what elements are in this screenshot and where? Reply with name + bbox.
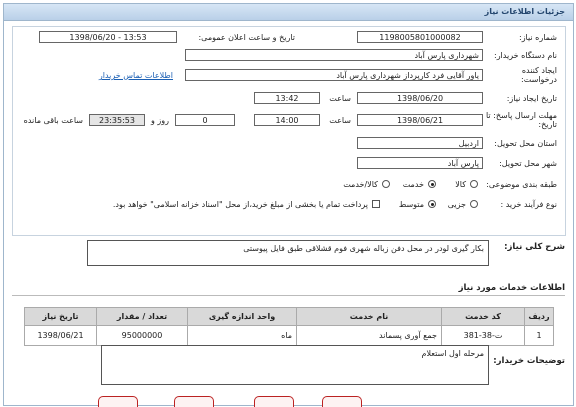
day-label: روز و	[151, 116, 169, 125]
need-number-label: شماره نیاز:	[519, 33, 557, 42]
purchase-option-minor: جزیی	[447, 200, 466, 209]
cell-qty: 95000000	[96, 325, 188, 346]
col-qty: تعداد / مقدار	[96, 307, 188, 326]
need-info-panel: شماره نیاز: 1198005801000082 تاریخ و ساع…	[12, 26, 566, 236]
cell-code: ت-38-381	[441, 325, 525, 346]
treasury-bonds-checkbox[interactable]	[372, 200, 380, 208]
contact-buyer-link[interactable]: اطلاعات تماس خریدار	[99, 71, 173, 80]
buyer-notes-text: مرحله اول استعلام	[421, 349, 485, 358]
deadline-label-2: تاریخ:	[538, 120, 557, 129]
summary-text: بکار گیری لودر در محل دفن زباله شهری فوم…	[243, 244, 484, 253]
category-option-goods: کالا	[455, 180, 466, 189]
services-table-header: ردیف کد خدمت نام خدمت واحد اندازه گیری ت…	[24, 307, 554, 326]
announce-field[interactable]: 1398/06/20 - 13:53	[39, 31, 177, 43]
table-row[interactable]: 1 ت-38-381 جمع آوری پسماند ماه 95000000 …	[24, 325, 554, 346]
bottom-button-2[interactable]	[174, 396, 214, 407]
deadline-label-1: مهلت ارسال پاسخ: تا	[485, 111, 557, 120]
cell-date: 1398/06/21	[24, 325, 97, 346]
category-label: طبقه بندی موضوعی:	[486, 180, 557, 189]
services-section-title: اطلاعات خدمات مورد نیاز	[458, 283, 565, 293]
created-date-label: تاریخ ایجاد نیاز:	[506, 94, 557, 103]
purchase-type-label: نوع فرآیند خرید :	[500, 200, 557, 209]
deadline-date-field[interactable]: 1398/06/21	[357, 114, 483, 126]
created-time-label: ساعت	[329, 94, 351, 103]
category-option-goods-service: کالا/خدمت	[343, 180, 378, 189]
remaining-time-field: 23:35:53	[89, 114, 145, 126]
creator-label-1: ایجاد کننده	[521, 66, 557, 75]
org-label: نام دستگاه خریدار:	[494, 51, 557, 60]
cell-name: جمع آوری پسماند	[296, 325, 442, 346]
category-radio-service[interactable]	[428, 180, 436, 188]
bottom-button-4[interactable]	[322, 396, 362, 407]
col-name: نام خدمت	[296, 307, 442, 326]
cell-row: 1	[524, 325, 554, 346]
category-option-service: خدمت	[402, 180, 424, 189]
creator-label-2: درخواست:	[521, 75, 557, 84]
purchase-radio-medium[interactable]	[428, 200, 436, 208]
col-row: ردیف	[524, 307, 554, 326]
services-table: ردیف کد خدمت نام خدمت واحد اندازه گیری ت…	[24, 307, 554, 346]
creator-field[interactable]: یاور آقایی فرد کارپرداز شهرداری پارس آبا…	[185, 69, 483, 81]
announce-label: تاریخ و ساعت اعلان عمومی:	[198, 33, 295, 42]
province-field[interactable]: اردبیل	[357, 137, 483, 149]
col-unit: واحد اندازه گیری	[187, 307, 297, 326]
treasury-bonds-note: پرداخت تمام یا بخشی از مبلغ خرید،از محل …	[112, 200, 368, 209]
bottom-button-1[interactable]	[98, 396, 138, 407]
city-label: شهر محل تحویل:	[499, 159, 557, 168]
category-radio-goods[interactable]	[470, 180, 478, 188]
purchase-option-medium: متوسط	[398, 200, 424, 209]
category-radio-goods-service[interactable]	[382, 180, 390, 188]
section-divider	[12, 295, 565, 296]
deadline-time-field[interactable]: 14:00	[254, 114, 320, 126]
created-time-field[interactable]: 13:42	[254, 92, 320, 104]
col-code: کد خدمت	[441, 307, 525, 326]
province-label: استان محل تحویل:	[494, 139, 557, 148]
buyer-notes-label: توضیحات خریدار:	[493, 356, 565, 366]
bottom-button-3[interactable]	[254, 396, 294, 407]
org-field[interactable]: شهرداری پارس آباد	[185, 49, 483, 61]
days-remaining-field[interactable]: 0	[175, 114, 235, 126]
city-field[interactable]: پارس آباد	[357, 157, 483, 169]
cell-unit: ماه	[187, 325, 297, 346]
summary-label: شرح کلی نیاز:	[504, 242, 565, 252]
created-date-field[interactable]: 1398/06/20	[357, 92, 483, 104]
window-titlebar: جزئیات اطلاعات نیاز	[4, 4, 573, 21]
buyer-notes-box[interactable]: مرحله اول استعلام	[101, 345, 489, 385]
window-title: جزئیات اطلاعات نیاز	[484, 7, 565, 16]
summary-box[interactable]: بکار گیری لودر در محل دفن زباله شهری فوم…	[87, 240, 489, 266]
need-number-field[interactable]: 1198005801000082	[357, 31, 483, 43]
purchase-radio-minor[interactable]	[470, 200, 478, 208]
details-window: جزئیات اطلاعات نیاز شماره نیاز: 11980058…	[3, 3, 574, 406]
remaining-label: ساعت باقی مانده	[23, 116, 83, 125]
deadline-time-label: ساعت	[329, 116, 351, 125]
col-date: تاریخ نیاز	[24, 307, 97, 326]
